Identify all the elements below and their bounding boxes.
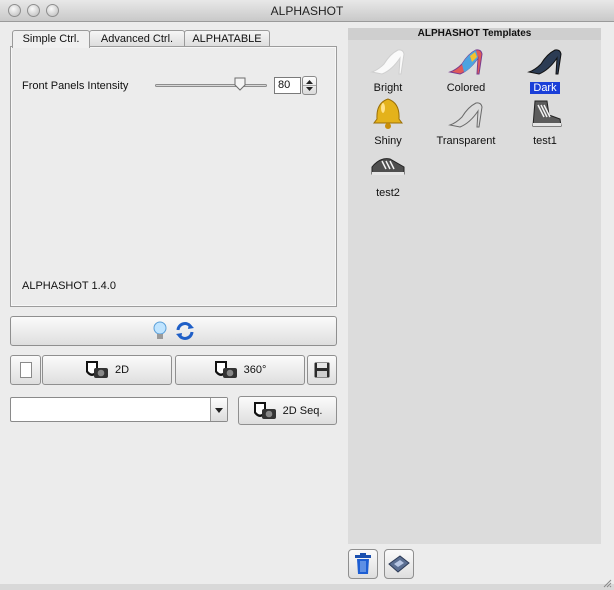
bell-icon xyxy=(373,98,403,129)
shoot-360-button[interactable]: 360° xyxy=(175,355,305,385)
save-button[interactable] xyxy=(307,355,337,385)
version-label: ALPHASHOT 1.4.0 xyxy=(22,280,116,292)
template-label: test2 xyxy=(376,187,400,199)
template-test2[interactable]: test2 xyxy=(348,149,428,201)
camera-mask-icon xyxy=(214,361,237,378)
stepper-down-icon[interactable] xyxy=(306,87,313,91)
card-icon xyxy=(388,555,410,573)
template-dark[interactable]: Dark xyxy=(505,44,585,96)
dark-heel-shoe-icon xyxy=(527,49,562,75)
sneaker-icon xyxy=(532,100,562,127)
tab-advanced-ctrl[interactable]: Advanced Ctrl. xyxy=(89,30,185,47)
trash-icon xyxy=(355,553,371,574)
white-heel-shoe-icon xyxy=(370,49,405,75)
shoot-2d-sequence-label: 2D Seq. xyxy=(282,404,323,417)
delete-template-button[interactable] xyxy=(348,549,378,579)
tab-alphatable[interactable]: ALPHATABLE xyxy=(184,30,270,47)
chevron-down-icon xyxy=(215,408,223,413)
tab-simple-ctrl[interactable]: Simple Ctrl. xyxy=(12,30,90,48)
blank-page-icon xyxy=(19,362,32,378)
title-bar: ALPHASHOT xyxy=(0,0,614,22)
intensity-value-input[interactable]: 80 xyxy=(274,77,301,94)
refresh-lights-button[interactable] xyxy=(10,316,337,346)
template-bright[interactable]: Bright xyxy=(348,44,428,96)
templates-header: ALPHASHOT Templates xyxy=(348,28,601,40)
colored-heel-shoe-icon xyxy=(448,49,483,75)
sequence-select[interactable] xyxy=(10,397,228,422)
floppy-disk-icon xyxy=(314,362,330,378)
shoot-2d-sequence-button[interactable]: 2D Seq. xyxy=(238,396,337,425)
template-label: Transparent xyxy=(436,135,496,147)
template-shiny[interactable]: Shiny xyxy=(348,97,428,149)
card-button[interactable] xyxy=(384,549,414,579)
shoot-2d-label: 2D xyxy=(114,364,130,376)
window-title: ALPHASHOT xyxy=(270,4,344,18)
blank-page-button[interactable] xyxy=(10,355,41,385)
refresh-icon xyxy=(175,322,194,340)
template-label: Bright xyxy=(373,82,403,94)
template-test1[interactable]: test1 xyxy=(505,97,585,149)
transparent-heel-shoe-icon xyxy=(448,102,483,128)
sneaker-icon xyxy=(371,158,405,175)
camera-mask-icon xyxy=(85,361,108,378)
intensity-slider[interactable] xyxy=(155,84,267,87)
template-label: Shiny xyxy=(374,135,402,147)
intensity-slider-thumb[interactable] xyxy=(234,77,246,91)
template-label: Colored xyxy=(446,82,486,94)
lightbulb-icon xyxy=(153,321,166,339)
template-label-selected: Dark xyxy=(505,82,585,94)
intensity-label: Front Panels Intensity xyxy=(22,80,129,92)
template-label: test1 xyxy=(533,135,557,147)
dropdown-button[interactable] xyxy=(210,398,227,421)
intensity-stepper[interactable] xyxy=(302,76,317,95)
bottom-edge xyxy=(0,584,614,590)
template-colored[interactable]: Colored xyxy=(426,44,506,96)
shoot-360-label: 360° xyxy=(243,364,267,376)
camera-mask-icon xyxy=(253,401,276,419)
shoot-2d-button[interactable]: 2D xyxy=(42,355,172,385)
stepper-up-icon[interactable] xyxy=(306,80,313,84)
template-transparent[interactable]: Transparent xyxy=(426,97,506,149)
resize-grip-icon[interactable] xyxy=(601,577,612,588)
